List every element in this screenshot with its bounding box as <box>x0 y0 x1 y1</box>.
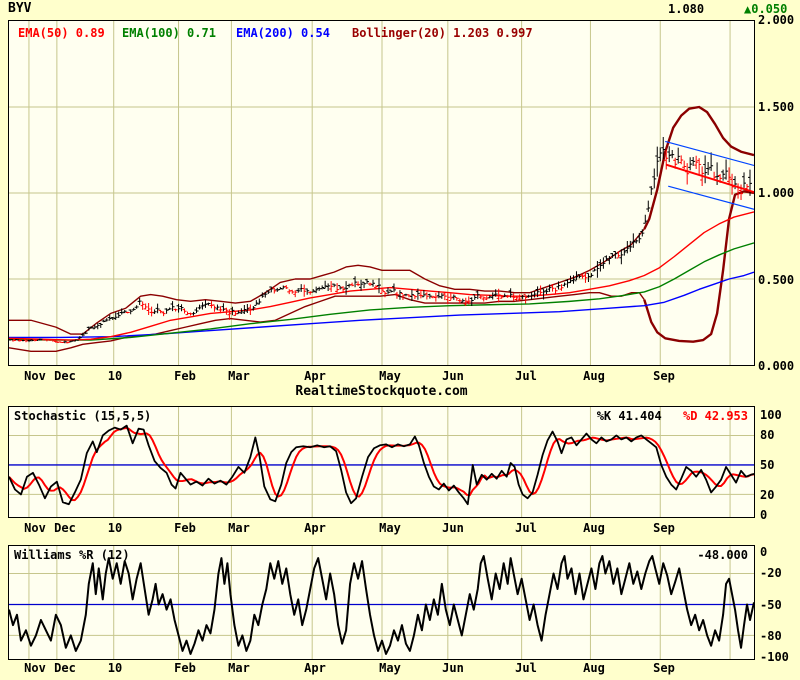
x-tick-label-jul: Jul <box>515 369 537 383</box>
price-y-tick-label: 1.500 <box>758 99 795 114</box>
x-tick-label-jun: Jun <box>442 369 464 383</box>
x-tick-label-dec: Dec <box>54 661 76 675</box>
x-tick-label-aug: Aug <box>583 521 605 535</box>
legend-ema100: EMA(100) 0.71 <box>122 26 216 40</box>
stoch-y-tick-label: 20 <box>760 488 775 502</box>
x-tick-label-feb: Feb <box>174 369 196 383</box>
x-tick-label-sep: Sep <box>653 369 675 383</box>
stoch-y-tick-label: 0 <box>760 508 768 522</box>
x-tick-label-may: May <box>379 521 401 535</box>
x-tick-label-jul: Jul <box>515 521 537 535</box>
x-tick-label-feb: Feb <box>174 661 196 675</box>
will-y-tick-label: 0 <box>760 545 768 559</box>
x-tick-label-aug: Aug <box>583 661 605 675</box>
stock-chart-page: BYV 1.080 ▲0.050 EMA(50) 0.89 EMA(100) 0… <box>0 0 800 680</box>
will-y-tick-label: -100 <box>760 650 789 664</box>
x-tick-label-apr: Apr <box>304 521 326 535</box>
watermark: RealtimeStockquote.com <box>295 384 468 399</box>
legend-bollinger: Bollinger(20) 1.203 0.997 <box>352 26 533 40</box>
x-tick-label-10: 10 <box>107 369 123 383</box>
price-panel <box>8 20 755 366</box>
x-tick-label-dec: Dec <box>54 521 76 535</box>
stoch-y-tick-label: 80 <box>760 428 775 442</box>
x-tick-label-10: 10 <box>107 521 123 535</box>
x-tick-label-dec: Dec <box>54 369 76 383</box>
x-tick-label-may: May <box>379 369 401 383</box>
x-tick-label-mar: Mar <box>228 369 250 383</box>
williams-values: -48.000 <box>8 548 748 562</box>
x-tick-label-10: 10 <box>107 661 123 675</box>
x-tick-label-mar: Mar <box>228 521 250 535</box>
x-tick-label-nov: Nov <box>24 369 46 383</box>
price-y-tick-label: 1.000 <box>758 186 795 200</box>
x-tick-label-mar: Mar <box>228 661 250 675</box>
x-tick-label-jun: Jun <box>442 661 464 675</box>
x-tick-label-aug: Aug <box>583 369 605 383</box>
stochastic-values: %K 41.404 %D 42.953 <box>8 409 748 423</box>
x-tick-label-nov: Nov <box>24 661 46 675</box>
price-y-tick-label: 0.500 <box>758 272 795 287</box>
stochastic-chart-svg <box>9 407 754 517</box>
legend-ema50: EMA(50) 0.89 <box>18 26 105 40</box>
x-tick-label-may: May <box>379 661 401 675</box>
last-price: 1.080 <box>668 2 705 16</box>
price-y-tick-label: 2.000 <box>758 13 795 27</box>
x-tick-label-sep: Sep <box>653 521 675 535</box>
will-y-tick-label: -20 <box>760 566 782 580</box>
stochastic-d-value: %D 42.953 <box>682 409 748 423</box>
stoch-y-tick-label: 100 <box>760 408 782 422</box>
williams-chart-svg <box>9 546 754 659</box>
x-tick-label-jul: Jul <box>515 661 537 675</box>
x-tick-label-apr: Apr <box>304 369 326 383</box>
stochastic-k-value: %K 41.404 <box>596 409 662 423</box>
symbol-title: BYV <box>8 1 32 16</box>
x-tick-label-jun: Jun <box>442 521 464 535</box>
stoch-y-tick-label: 50 <box>760 458 775 472</box>
x-tick-label-sep: Sep <box>653 661 675 675</box>
legend-ema200: EMA(200) 0.54 <box>236 26 330 40</box>
williams-value: -48.000 <box>697 548 748 562</box>
will-y-tick-label: -80 <box>760 629 782 643</box>
price-chart-svg <box>9 21 754 365</box>
x-tick-label-apr: Apr <box>304 661 326 675</box>
x-tick-label-nov: Nov <box>24 521 46 535</box>
x-tick-label-feb: Feb <box>174 521 196 535</box>
williams-panel <box>8 545 755 660</box>
will-y-tick-label: -50 <box>760 597 782 612</box>
price-y-tick-label: 0.000 <box>758 359 795 373</box>
